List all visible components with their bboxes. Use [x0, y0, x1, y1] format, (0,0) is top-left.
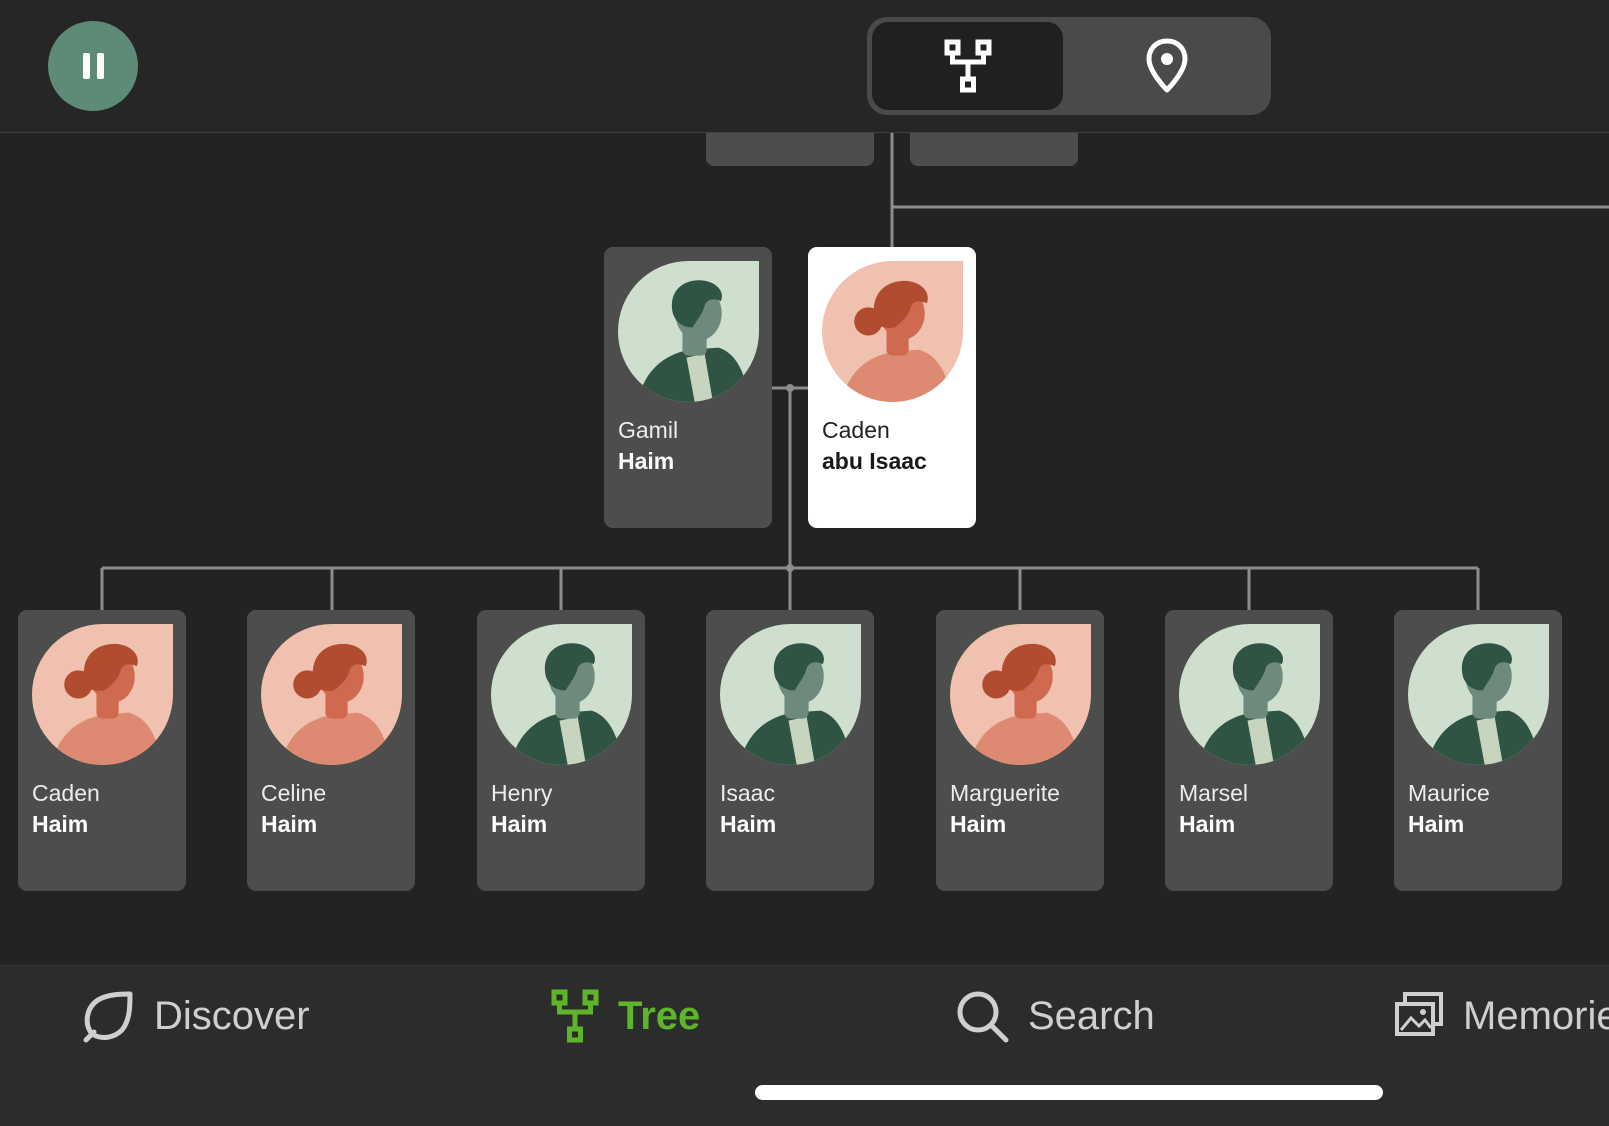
- child-card[interactable]: Caden Haim: [18, 610, 186, 891]
- photos-icon: [1395, 992, 1443, 1036]
- parent-card-mother-selected[interactable]: Caden abu Isaac: [808, 247, 976, 528]
- last-name: Haim: [1408, 811, 1465, 837]
- first-name: Isaac: [720, 780, 775, 806]
- leaf-icon: [83, 991, 133, 1043]
- home-indicator: [755, 1085, 1383, 1100]
- tab-label: Memories: [1463, 993, 1609, 1038]
- first-name: Caden: [32, 780, 100, 806]
- pause-icon: [82, 53, 104, 79]
- location-pin-icon: [1146, 38, 1188, 93]
- last-name: Haim: [618, 448, 675, 474]
- female-avatar-icon: [261, 624, 402, 765]
- top-bar: [0, 0, 1609, 133]
- grandparent-card[interactable]: [706, 133, 874, 166]
- search-icon: [957, 991, 1009, 1043]
- pause-button[interactable]: [48, 21, 138, 111]
- child-card[interactable]: Celine Haim: [247, 610, 415, 891]
- parent-card-father[interactable]: Gamil Haim: [604, 247, 772, 528]
- last-name: abu Isaac: [822, 448, 927, 474]
- female-avatar-icon: [822, 261, 963, 402]
- child-card[interactable]: Henry Haim: [477, 610, 645, 891]
- male-avatar-icon: [491, 624, 632, 765]
- last-name: Haim: [261, 811, 318, 837]
- grandparent-card[interactable]: [910, 133, 1078, 166]
- first-name: Celine: [261, 780, 327, 806]
- tab-label: Tree: [618, 993, 701, 1038]
- male-avatar-icon: [618, 261, 759, 402]
- family-tree-canvas[interactable]: Gamil Haim Caden abu Isaac Caden Haim Ce…: [0, 133, 1609, 965]
- male-avatar-icon: [1179, 624, 1320, 765]
- map-view-toggle[interactable]: [1067, 22, 1267, 110]
- tree-icon: [551, 989, 599, 1043]
- first-name: Caden: [822, 417, 890, 443]
- female-avatar-icon: [32, 624, 173, 765]
- child-card[interactable]: Isaac Haim: [706, 610, 874, 891]
- tree-icon: [944, 39, 991, 93]
- tree-view-toggle[interactable]: [872, 22, 1063, 110]
- last-name: Haim: [1179, 811, 1236, 837]
- first-name: Maurice: [1408, 780, 1490, 806]
- last-name: Haim: [950, 811, 1007, 837]
- first-name: Marguerite: [950, 780, 1060, 806]
- male-avatar-icon: [1408, 624, 1549, 765]
- tab-discover[interactable]: Discover: [80, 986, 310, 1046]
- tab-label: Discover: [154, 993, 310, 1038]
- tab-label: Search: [1028, 993, 1155, 1038]
- first-name: Henry: [491, 780, 553, 806]
- child-card[interactable]: Marsel Haim: [1165, 610, 1333, 891]
- first-name: Gamil: [618, 417, 679, 443]
- view-toggle: [867, 17, 1271, 115]
- first-name: Marsel: [1179, 780, 1249, 806]
- female-avatar-icon: [950, 624, 1091, 765]
- tab-memories[interactable]: Memories: [1393, 986, 1609, 1046]
- last-name: Haim: [32, 811, 89, 837]
- bottom-tab-bar: Discover Tree Search Memories: [0, 965, 1609, 1126]
- tab-search[interactable]: Search: [954, 986, 1155, 1046]
- tab-tree[interactable]: Tree: [550, 986, 700, 1046]
- last-name: Haim: [491, 811, 548, 837]
- child-card[interactable]: Maurice Haim: [1394, 610, 1562, 891]
- last-name: Haim: [720, 811, 777, 837]
- child-card[interactable]: Marguerite Haim: [936, 610, 1104, 891]
- male-avatar-icon: [720, 624, 861, 765]
